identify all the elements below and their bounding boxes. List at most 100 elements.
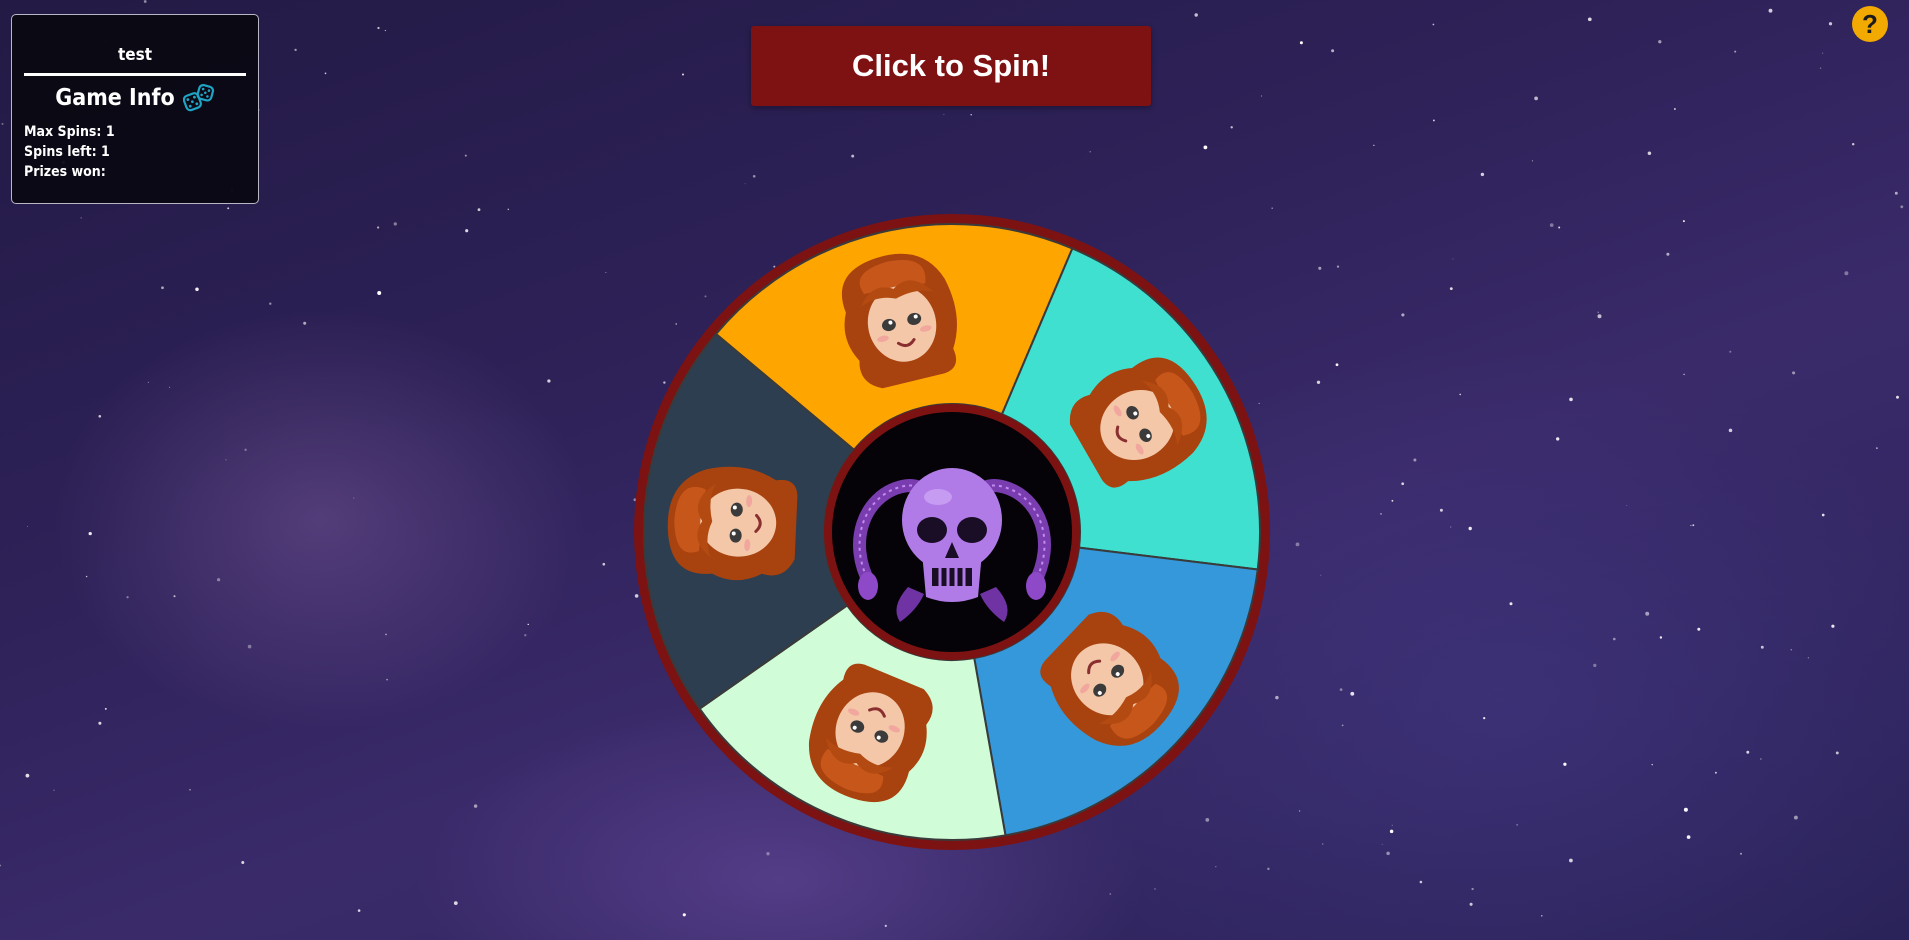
star xyxy=(357,909,361,912)
star xyxy=(1674,108,1676,110)
star xyxy=(53,789,55,791)
star xyxy=(217,578,221,582)
star xyxy=(1851,142,1855,146)
star xyxy=(527,623,529,626)
star xyxy=(1894,191,1898,195)
star xyxy=(1267,867,1270,871)
star xyxy=(227,207,230,210)
star xyxy=(1534,96,1538,101)
star xyxy=(1683,807,1688,812)
star xyxy=(1432,119,1435,122)
star xyxy=(464,154,467,157)
star xyxy=(1432,23,1435,26)
star xyxy=(80,217,82,219)
star xyxy=(98,721,102,725)
star xyxy=(173,595,176,598)
star xyxy=(1746,750,1750,754)
star xyxy=(1807,657,1810,659)
game-info-title-text: Game Info xyxy=(55,85,175,111)
max-spins-label: Max Spins: 1 xyxy=(24,124,115,140)
spins-left-label: Spins left: 1 xyxy=(24,144,110,160)
star xyxy=(1682,220,1685,223)
star xyxy=(1740,852,1742,855)
wheel-center-button[interactable] xyxy=(824,404,1080,660)
star xyxy=(1322,843,1324,845)
star xyxy=(294,48,297,52)
star xyxy=(1819,67,1822,69)
star xyxy=(1450,526,1452,528)
star xyxy=(1760,645,1764,649)
star xyxy=(851,154,855,158)
star xyxy=(1828,22,1833,26)
star xyxy=(507,208,510,211)
star xyxy=(1683,373,1685,376)
star xyxy=(1089,151,1091,153)
star xyxy=(1299,41,1303,45)
star xyxy=(1468,526,1472,531)
star xyxy=(1728,428,1733,433)
star xyxy=(1298,810,1301,812)
star xyxy=(1391,824,1393,826)
star xyxy=(386,678,388,681)
star xyxy=(1659,636,1663,639)
star xyxy=(169,386,171,388)
star xyxy=(473,804,478,808)
star xyxy=(1350,691,1355,696)
cards-character-icon xyxy=(667,466,798,581)
star xyxy=(269,302,272,305)
star xyxy=(1686,835,1691,839)
star xyxy=(27,525,29,527)
star xyxy=(1651,763,1653,766)
star xyxy=(85,575,88,578)
star xyxy=(1900,205,1904,209)
star xyxy=(1154,888,1156,890)
star xyxy=(376,226,380,229)
star xyxy=(161,286,164,290)
star xyxy=(1647,151,1652,155)
star xyxy=(1792,371,1796,375)
star xyxy=(1401,313,1405,317)
star xyxy=(1597,311,1599,313)
star xyxy=(1194,13,1198,17)
star xyxy=(1896,395,1899,399)
star xyxy=(1645,611,1650,616)
star xyxy=(1690,524,1692,527)
star xyxy=(1449,287,1453,290)
star xyxy=(377,291,382,295)
prizes-won-row: Prizes won: xyxy=(24,162,246,182)
star xyxy=(1271,207,1274,210)
star xyxy=(1401,482,1405,486)
star xyxy=(1734,50,1737,53)
star xyxy=(1439,508,1443,512)
username-label: test xyxy=(24,15,246,76)
star xyxy=(1260,95,1263,97)
star xyxy=(1563,762,1567,766)
star xyxy=(1790,649,1792,651)
star xyxy=(1597,314,1602,319)
star xyxy=(1729,350,1732,353)
star xyxy=(385,633,387,636)
star xyxy=(1203,145,1208,150)
star xyxy=(970,114,972,116)
star xyxy=(1844,271,1849,276)
star xyxy=(1483,717,1486,720)
help-icon[interactable]: ? xyxy=(1852,6,1888,42)
star xyxy=(744,183,746,185)
star xyxy=(1760,758,1762,760)
prize-wheel[interactable] xyxy=(632,212,1272,852)
star xyxy=(1419,880,1423,884)
star xyxy=(1587,17,1592,22)
star xyxy=(1509,602,1513,606)
prizes-won-label: Prizes won: xyxy=(24,164,106,180)
star xyxy=(1569,858,1573,863)
star xyxy=(766,852,770,856)
spin-button[interactable]: Click to Spin! xyxy=(751,26,1151,106)
star xyxy=(1230,126,1233,129)
star xyxy=(605,271,607,274)
star xyxy=(1831,624,1835,628)
star xyxy=(225,459,227,461)
star xyxy=(1341,724,1344,727)
star xyxy=(884,924,887,928)
star xyxy=(1714,771,1717,774)
star xyxy=(1109,893,1112,895)
